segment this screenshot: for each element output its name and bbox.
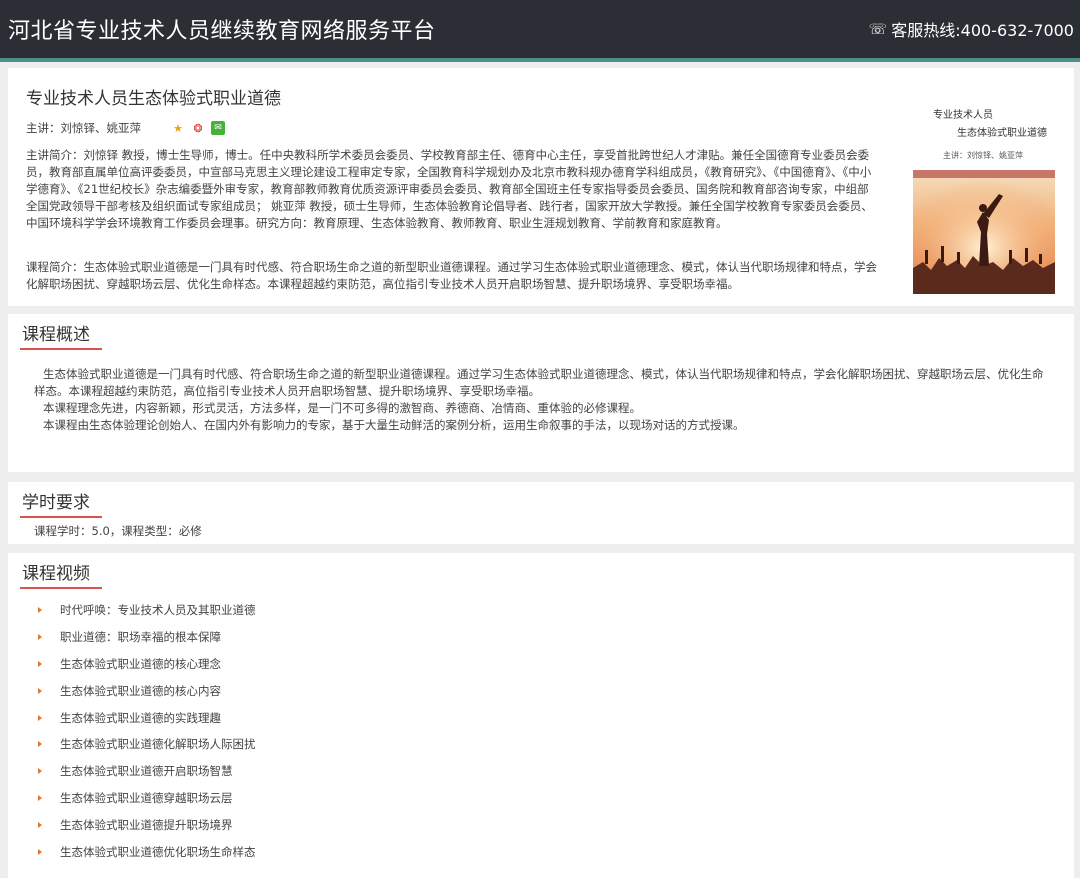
overview-text: 生态体验式职业道德是一门具有时代感、符合职场生命之道的新型职业道德课程。通过学习…	[34, 366, 1054, 434]
bullet-icon	[38, 634, 42, 641]
video-title[interactable]: 生态体验式职业道德穿越职场云层	[60, 790, 233, 806]
video-title[interactable]: 生态体验式职业道德的核心内容	[60, 683, 221, 699]
heading-underline	[20, 348, 102, 350]
site-header: 河北省专业技术人员继续教育网络服务平台 ☏ 客服热线:400-632-7000	[0, 0, 1080, 62]
heading-underline	[20, 587, 102, 589]
cover-line-1: 专业技术人员	[933, 110, 993, 121]
star-icon[interactable]: ★	[171, 121, 185, 135]
bullet-icon	[38, 848, 42, 855]
lecturer-row: 主讲：刘惊铎、姚亚萍 ★ ❂ ✉	[26, 120, 225, 136]
course-cover-image: 专业技术人员 生态体验式职业道德 主讲：刘惊铎、姚亚萍	[913, 98, 1055, 294]
bullet-icon	[38, 821, 42, 828]
course-intro: 课程简介：生态体验式职业道德是一门具有时代感、符合职场生命之道的新型职业道德课程…	[26, 260, 877, 291]
bullet-icon	[38, 768, 42, 775]
video-title[interactable]: 职业道德：职场幸福的根本保障	[60, 629, 221, 645]
bullet-icon	[38, 660, 42, 667]
heading-underline	[20, 516, 102, 518]
phone-icon: ☏	[868, 20, 888, 38]
video-item[interactable]: 生态体验式职业道德化解职场人际困扰	[38, 731, 256, 758]
lecturer-label: 主讲：刘惊铎、姚亚萍	[26, 121, 141, 135]
video-item[interactable]: 生态体验式职业道德提升职场境界	[38, 811, 256, 838]
overview-paragraph: 本课程理念先进，内容新颖，形式灵活，方法多样，是一门不可多得的激智商、养德商、冶…	[43, 401, 641, 415]
site-title[interactable]: 河北省专业技术人员继续教育网络服务平台	[8, 13, 436, 45]
hours-text: 课程学时：5.0，课程类型：必修	[34, 524, 202, 538]
wechat-icon[interactable]: ✉	[211, 121, 225, 135]
video-item[interactable]: 生态体验式职业道德开启职场智慧	[38, 758, 256, 785]
video-title[interactable]: 生态体验式职业道德的核心理念	[60, 656, 221, 672]
video-title[interactable]: 时代呼唤：专业技术人员及其职业道德	[60, 602, 256, 618]
video-title[interactable]: 生态体验式职业道德化解职场人际困扰	[60, 736, 256, 752]
overview-paragraph: 本课程由生态体验理论创始人、在国内外有影响力的专家，基于大量生动鲜活的案例分析，…	[43, 418, 745, 432]
cover-line-2: 生态体验式职业道德	[957, 128, 1047, 139]
course-title: 专业技术人员生态体验式职业道德	[26, 89, 281, 109]
video-title[interactable]: 生态体验式职业道德的实践理趣	[60, 710, 221, 726]
video-item[interactable]: 生态体验式职业道德穿越职场云层	[38, 785, 256, 812]
cover-line-3: 主讲：刘惊铎、姚亚萍	[943, 151, 1023, 160]
share-icons: ★ ❂ ✉	[171, 121, 225, 135]
hours-section: 学时要求 课程学时：5.0，课程类型：必修	[8, 482, 1074, 544]
cover-illustration	[913, 170, 1055, 294]
video-item[interactable]: 生态体验式职业道德的实践理趣	[38, 704, 256, 731]
video-item[interactable]: 生态体验式职业道德的核心理念	[38, 651, 256, 678]
bullet-icon	[38, 607, 42, 614]
bullet-icon	[38, 687, 42, 694]
hours-heading: 学时要求	[22, 493, 90, 513]
videos-heading: 课程视频	[22, 564, 90, 584]
video-title[interactable]: 生态体验式职业道德开启职场智慧	[60, 763, 233, 779]
hotline-label: 客服热线:400-632-7000	[891, 21, 1074, 40]
video-item[interactable]: 时代呼唤：专业技术人员及其职业道德	[38, 597, 256, 624]
bullet-icon	[38, 741, 42, 748]
video-title[interactable]: 生态体验式职业道德优化职场生命样态	[60, 844, 256, 860]
video-title[interactable]: 生态体验式职业道德提升职场境界	[60, 817, 233, 833]
lecturer-intro: 主讲简介：刘惊铎 教授，博士生导师，博士。任中央教科所学术委员会委员、学校教育部…	[26, 148, 873, 230]
course-info-panel: 专业技术人员生态体验式职业道德 主讲：刘惊铎、姚亚萍 ★ ❂ ✉ 主讲简介：刘惊…	[8, 68, 1074, 306]
bullet-icon	[38, 714, 42, 721]
video-list: 时代呼唤：专业技术人员及其职业道德 职业道德：职场幸福的根本保障 生态体验式职业…	[38, 597, 256, 865]
overview-paragraph: 生态体验式职业道德是一门具有时代感、符合职场生命之道的新型职业道德课程。通过学习…	[34, 367, 1044, 398]
videos-section: 课程视频 时代呼唤：专业技术人员及其职业道德 职业道德：职场幸福的根本保障 生态…	[8, 553, 1074, 878]
video-item[interactable]: 生态体验式职业道德的核心内容	[38, 677, 256, 704]
video-item[interactable]: 生态体验式职业道德优化职场生命样态	[38, 838, 256, 865]
hotline: ☏ 客服热线:400-632-7000	[868, 17, 1074, 41]
overview-section: 课程概述 生态体验式职业道德是一门具有时代感、符合职场生命之道的新型职业道德课程…	[8, 314, 1074, 472]
overview-heading: 课程概述	[22, 325, 90, 345]
bullet-icon	[38, 794, 42, 801]
weibo-icon[interactable]: ❂	[191, 121, 205, 135]
video-item[interactable]: 职业道德：职场幸福的根本保障	[38, 624, 256, 651]
